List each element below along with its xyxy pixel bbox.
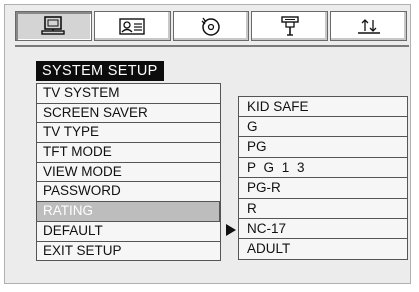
selection-arrow-icon: [226, 224, 236, 236]
monitor-icon: [40, 16, 66, 36]
rating-option-r[interactable]: R: [238, 198, 408, 219]
person-card-icon: [118, 16, 146, 36]
tab-system[interactable]: [15, 11, 92, 41]
tab-equalizer[interactable]: [330, 11, 407, 41]
rating-option-g[interactable]: G: [238, 117, 408, 138]
menu-item-rating[interactable]: RATING: [36, 202, 221, 222]
rating-option-kid-safe[interactable]: KID SAFE: [238, 96, 408, 117]
menu-item-password[interactable]: PASSWORD: [36, 182, 221, 203]
rating-option-nc17[interactable]: NC-17: [238, 218, 408, 240]
rating-option-pg13[interactable]: P G 1 3: [238, 157, 408, 179]
menu-item-tv-type[interactable]: TV TYPE: [36, 123, 221, 144]
tab-speaker[interactable]: [251, 11, 329, 41]
disc-audio-icon: [198, 15, 224, 37]
setup-menu: TV SYSTEM SCREEN SAVER TV TYPE TFT MODE …: [36, 83, 221, 262]
speaker-icon: [277, 15, 303, 37]
equalizer-icon: [356, 16, 382, 36]
rating-option-adult[interactable]: ADULT: [238, 239, 408, 260]
menu-item-screen-saver[interactable]: SCREEN SAVER: [36, 103, 221, 124]
menu-item-exit-setup[interactable]: EXIT SETUP: [36, 241, 221, 262]
page-title: SYSTEM SETUP: [36, 61, 164, 81]
rating-option-pg-r[interactable]: PG-R: [238, 178, 408, 199]
menu-item-default[interactable]: DEFAULT: [36, 221, 221, 242]
tab-language[interactable]: [93, 11, 171, 41]
tab-divider: [15, 45, 409, 47]
setup-tab-bar: [15, 11, 409, 43]
setup-screen: SYSTEM SETUP TV SYSTEM SCREEN SAVER TV T…: [4, 4, 411, 284]
menu-item-tft-mode[interactable]: TFT MODE: [36, 143, 221, 163]
rating-option-pg[interactable]: PG: [238, 137, 408, 158]
rating-submenu: KID SAFE G PG P G 1 3 PG-R R NC-17 ADULT: [238, 96, 408, 260]
tab-audio[interactable]: [172, 11, 250, 41]
menu-item-view-mode[interactable]: VIEW MODE: [36, 162, 221, 183]
menu-item-tv-system[interactable]: TV SYSTEM: [36, 83, 221, 104]
